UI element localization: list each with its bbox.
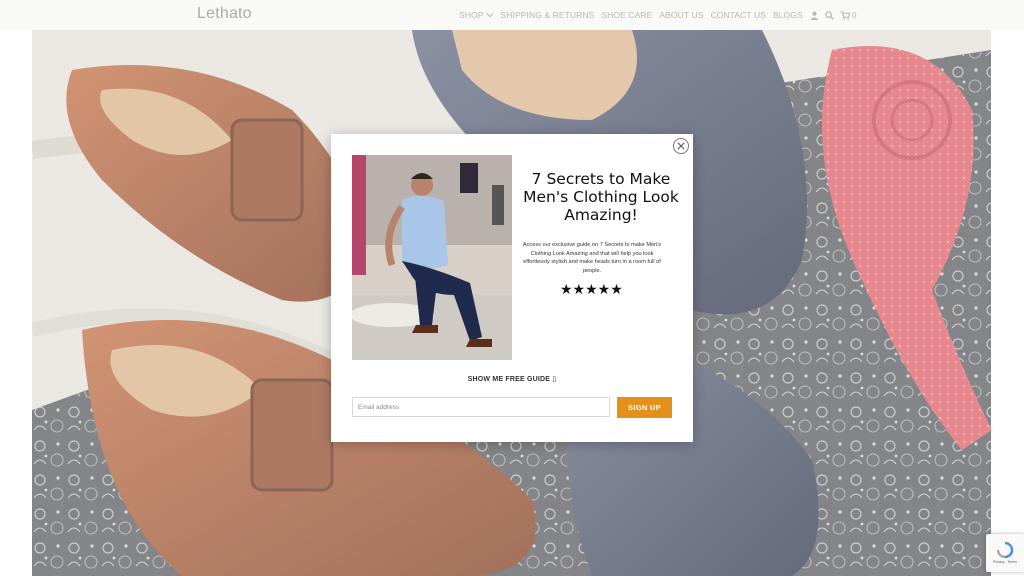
- chevron-down-icon: [485, 13, 494, 18]
- popup-headline: 7 Secrets to Make Men's Clothing Look Am…: [523, 170, 679, 224]
- main-nav: SHOP SHIPPING & RETURNS SHOE CARE ABOUT …: [459, 0, 862, 30]
- popup-description: Access our exclusive guide on 7 Secrets …: [522, 242, 662, 274]
- close-icon: [677, 142, 685, 150]
- book-icon: ▯: [552, 376, 557, 383]
- search-icon[interactable]: [825, 10, 834, 20]
- nav-blogs[interactable]: BLOGS: [773, 10, 803, 20]
- site-header: Lethato SHOP SHIPPING & RETURNS SHOE CAR…: [0, 0, 1024, 30]
- nav-contact-us[interactable]: CONTACT US: [710, 10, 765, 20]
- recaptcha-icon: [997, 542, 1013, 558]
- site-logo[interactable]: Lethato: [197, 5, 252, 23]
- rating-stars: ★★★★★: [560, 281, 623, 297]
- cta-label: SHOW ME FREE GUIDE ▯: [331, 375, 693, 383]
- recaptcha-label: Privacy - Terms: [992, 560, 1018, 564]
- model-photo: [352, 155, 512, 360]
- email-field[interactable]: [352, 397, 610, 417]
- nav-shop-label: SHOP: [459, 10, 484, 20]
- recaptcha-badge[interactable]: Privacy - Terms: [986, 534, 1024, 572]
- cart-icon[interactable]: 0: [840, 10, 857, 20]
- user-icon[interactable]: [810, 11, 819, 20]
- sign-up-button[interactable]: SIGN UP: [617, 397, 672, 418]
- nav-shop[interactable]: SHOP: [459, 10, 494, 20]
- nav-shipping-returns[interactable]: SHIPPING & RETURNS: [501, 10, 595, 20]
- close-button[interactable]: [673, 138, 689, 154]
- nav-about-us[interactable]: ABOUT US: [659, 10, 703, 20]
- cart-count: 0: [851, 10, 857, 20]
- cta-label-text: SHOW ME FREE GUIDE: [467, 376, 551, 383]
- nav-shoe-care[interactable]: SHOE CARE: [601, 10, 652, 20]
- newsletter-popup: 7 Secrets to Make Men's Clothing Look Am…: [331, 134, 693, 442]
